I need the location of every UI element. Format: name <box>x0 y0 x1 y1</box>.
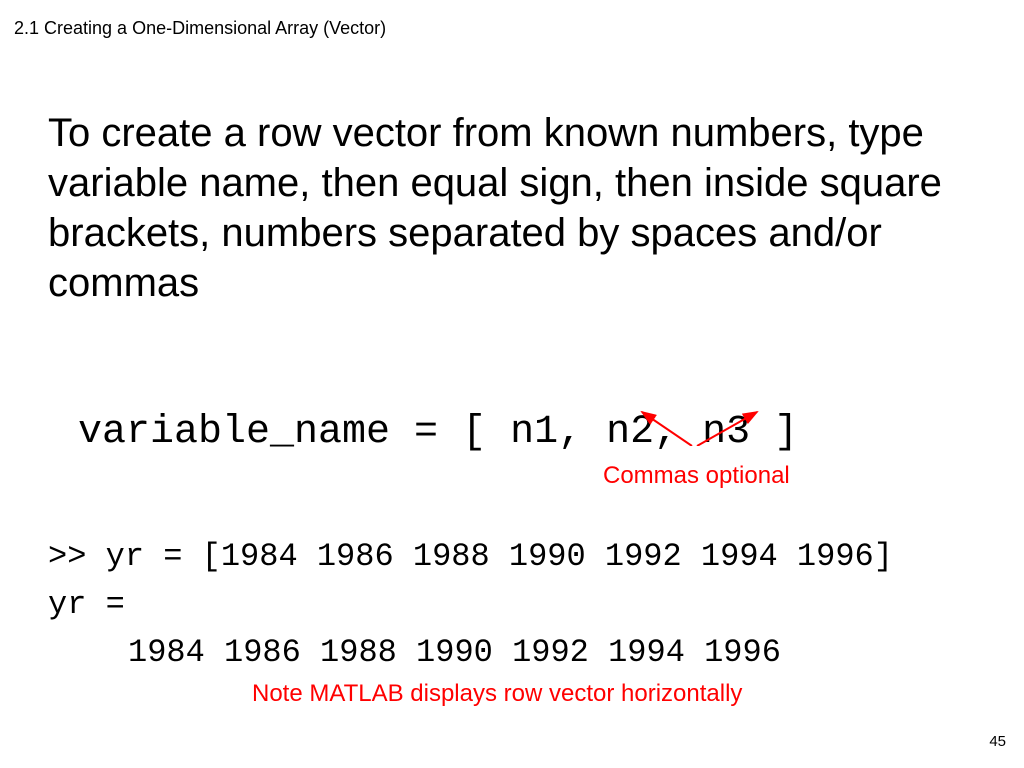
annotation-matlab-display: Note MATLAB displays row vector horizont… <box>252 680 742 708</box>
main-description: To create a row vector from known number… <box>48 108 976 308</box>
annotation-arrows <box>622 406 772 446</box>
code-example-output-line1: yr = <box>48 586 125 623</box>
annotation-commas-optional: Commas optional <box>603 462 790 490</box>
page-number: 45 <box>989 733 1006 750</box>
code-example-output-line2: 1984 1986 1988 1990 1992 1994 1996 <box>128 634 781 671</box>
section-title: 2.1 Creating a One-Dimensional Array (Ve… <box>14 18 386 39</box>
code-example-input: >> yr = [1984 1986 1988 1990 1992 1994 1… <box>48 538 893 575</box>
